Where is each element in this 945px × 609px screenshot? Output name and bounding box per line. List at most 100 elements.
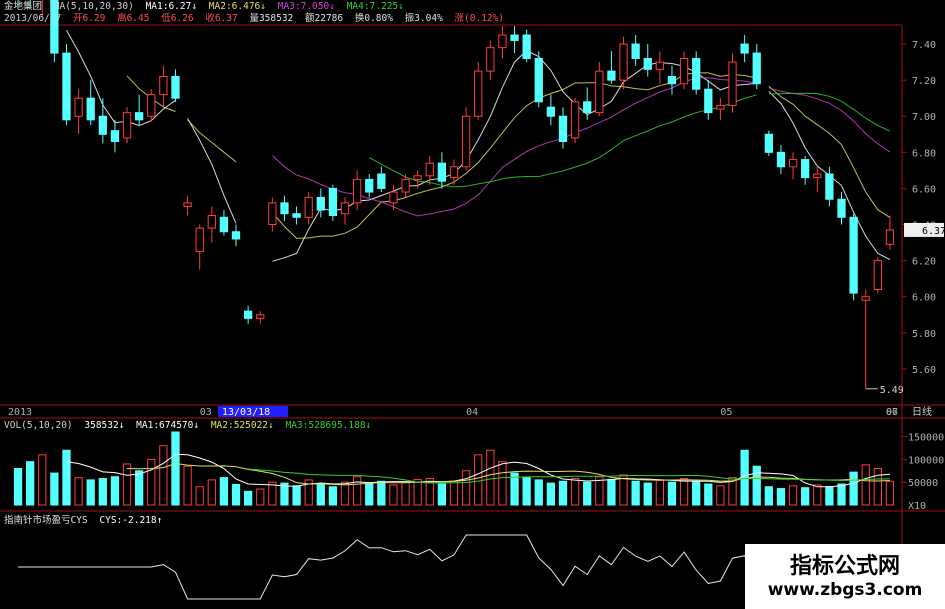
candle-body — [292, 213, 301, 218]
candle-body — [449, 166, 459, 179]
candle — [534, 51, 543, 108]
volume-bar — [340, 481, 350, 506]
candle — [837, 192, 846, 225]
candle — [86, 80, 95, 126]
candle-body — [764, 133, 773, 153]
volume-bar — [147, 458, 156, 506]
candle-body — [171, 76, 180, 99]
candle-body — [98, 115, 107, 135]
volume-bar — [437, 483, 447, 506]
candle-body — [147, 94, 156, 117]
price-tick-label: 7.20 — [912, 76, 936, 87]
indicator-header: 指南针市场盈亏CYS CYS:-2.218↑ — [4, 515, 168, 527]
candle — [861, 289, 870, 389]
candle — [135, 94, 144, 126]
candle — [195, 224, 204, 270]
candle-body — [183, 202, 192, 207]
candle-body — [873, 260, 882, 290]
candle — [776, 145, 786, 174]
indicator-value: CYS:-2.218↑ — [99, 515, 163, 526]
volume-bar — [62, 449, 71, 506]
candle — [256, 311, 265, 324]
volume-bar — [13, 468, 23, 506]
quote-change: 涨(0.12%) — [454, 13, 505, 24]
price-panel[interactable]: 5.49 — [14, 0, 904, 396]
candle-body — [74, 97, 83, 117]
candle-body — [813, 173, 822, 179]
candle — [631, 35, 640, 66]
candle — [788, 152, 798, 180]
volume-bar — [558, 480, 568, 506]
candle-body — [522, 34, 531, 59]
volume-bar — [607, 478, 616, 506]
candle-body — [122, 112, 132, 139]
volume-bar — [413, 478, 422, 506]
candle — [244, 305, 253, 324]
candle-body — [679, 57, 689, 85]
ma3-line — [272, 77, 891, 217]
quote-date: 2013/06/27 — [4, 13, 62, 24]
ma3-value: MA3:7.050↓ — [277, 1, 335, 12]
candle-body — [849, 216, 858, 294]
volume-bar — [885, 480, 895, 506]
volume-bar — [449, 480, 459, 506]
candle — [825, 166, 834, 207]
candle — [159, 65, 168, 108]
candle — [655, 51, 664, 84]
candle-body — [413, 175, 422, 180]
candle-body — [244, 310, 253, 319]
candle-body — [328, 187, 338, 217]
watermark-url: www.zbgs3.com — [767, 580, 923, 600]
volume-bar — [461, 470, 471, 506]
candle — [740, 35, 749, 63]
candle-body — [619, 43, 628, 81]
vol-ma1: MA1:674570↓ — [136, 420, 200, 431]
candle-body — [280, 202, 289, 215]
volume-bar — [776, 488, 786, 506]
candle — [498, 26, 507, 59]
volume-bar — [74, 477, 83, 506]
candle — [280, 195, 289, 221]
volume-bar — [679, 478, 689, 506]
candle-body — [776, 151, 786, 168]
candle-body — [716, 104, 725, 110]
vol-definition: VOL(5,10,20) — [4, 420, 73, 431]
candle-body — [425, 162, 434, 177]
volume-bar — [207, 479, 216, 506]
quote-amplitude: 振3.04% — [404, 13, 443, 24]
volume-bar — [813, 484, 822, 506]
candle — [667, 65, 677, 95]
candle-body — [631, 43, 640, 59]
candle — [558, 107, 568, 149]
volume-bar — [474, 454, 483, 506]
volume-bar — [873, 468, 882, 506]
candle-body — [801, 159, 810, 179]
stock-header-line2: 2013/06/27 开6.29 高6.45 低6.26 收6.37 量3585… — [4, 13, 510, 25]
quote-turnover: 换0.80% — [354, 13, 393, 24]
candle — [510, 26, 519, 54]
volume-bar — [655, 479, 664, 506]
volume-bar — [788, 485, 798, 506]
stock-header-line1: 金地集团 MA(5,10,20,30) MA1:6.27↓ MA2:6.476↓… — [4, 1, 410, 13]
price-tick-label: 6.60 — [912, 184, 936, 195]
candle-body — [352, 178, 362, 204]
volume-bar — [498, 461, 507, 506]
candle-body — [365, 178, 374, 193]
volume-bar — [643, 482, 652, 506]
volume-bar — [231, 483, 241, 506]
volume-bar — [98, 478, 107, 506]
candle — [619, 36, 628, 90]
price-tick-label: 6.80 — [912, 148, 936, 159]
candle — [583, 87, 592, 120]
candle-body — [256, 314, 265, 319]
candle-body — [135, 112, 144, 121]
volume-bar — [365, 482, 374, 506]
candle-body — [667, 76, 677, 85]
volume-bar — [752, 465, 761, 506]
candle-body — [655, 61, 664, 70]
volume-panel[interactable] — [13, 431, 895, 506]
candle — [352, 170, 362, 211]
candle-body — [643, 57, 652, 70]
vol-tick-label: 150000 — [908, 433, 944, 444]
candle — [728, 53, 737, 113]
